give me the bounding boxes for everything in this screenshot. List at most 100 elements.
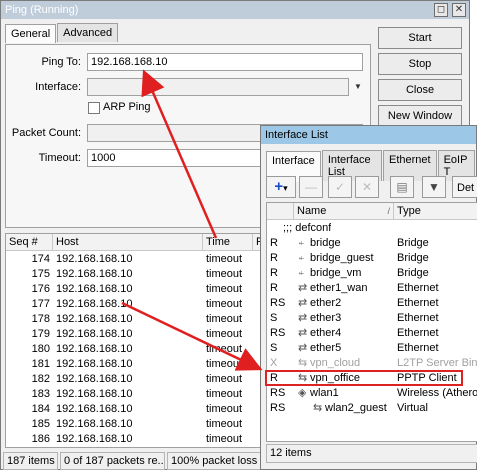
chevron-down-icon[interactable]: ▼: [353, 82, 363, 92]
maximize-button[interactable]: ◻: [434, 3, 448, 17]
type-cell: Ethernet: [397, 327, 439, 339]
comment-row: ;;; defconf: [267, 221, 477, 236]
flag-cell: R: [270, 267, 278, 279]
disable-button[interactable]: ✕: [355, 176, 379, 198]
host-cell: 192.168.168.10: [56, 298, 133, 310]
type-cell: Bridge: [397, 237, 429, 249]
filter-button[interactable]: ▼: [422, 176, 446, 198]
seq-cell: 179: [31, 328, 50, 340]
type-cell: Ethernet: [397, 297, 439, 309]
interface-list-titlebar[interactable]: Interface List: [261, 126, 476, 144]
flag-cell: RS: [270, 402, 286, 414]
interface-row[interactable]: X ⇆ vpn_cloud L2TP Server Bind: [267, 356, 477, 371]
close-window-button[interactable]: ✕: [452, 3, 466, 17]
time-cell: timeout: [206, 283, 243, 295]
flag-cell: R: [270, 252, 278, 264]
interface-row[interactable]: R ⍅ bridge_guest Bridge: [267, 251, 477, 266]
tab-advanced[interactable]: Advanced: [57, 23, 119, 42]
type-cell: Bridge: [397, 252, 429, 264]
flag-cell: R: [270, 237, 278, 249]
interface-label: Interface:: [35, 81, 81, 93]
ethernet-icon: ⇄: [298, 327, 308, 339]
bridge-icon: ⍅: [298, 237, 305, 249]
column-flags[interactable]: [267, 203, 294, 220]
ping-window-title: Ping (Running): [5, 4, 79, 16]
seq-cell: 183: [31, 388, 50, 400]
column-host[interactable]: Host: [53, 234, 203, 251]
status-loss: 100% packet loss: [167, 452, 267, 470]
type-cell: Wireless (Atheros: [397, 387, 477, 399]
interface-row[interactable]: S ⇄ ether3 Ethernet: [267, 311, 477, 326]
interface-row[interactable]: R ⇆ vpn_office PPTP Client: [265, 370, 477, 386]
flag-cell: RS: [270, 387, 286, 399]
name-cell: ether2: [310, 297, 342, 309]
ethernet-icon: ⇄: [298, 312, 308, 324]
column-time[interactable]: Time: [203, 234, 253, 251]
column-name[interactable]: Name /: [294, 203, 394, 220]
close-button[interactable]: Close: [378, 79, 462, 101]
tab-general[interactable]: General: [5, 24, 57, 43]
type-cell: Ethernet: [397, 312, 439, 324]
bridge-icon: ⍅: [298, 267, 305, 279]
flag-cell: R: [270, 282, 278, 294]
new-window-button[interactable]: New Window: [378, 105, 462, 127]
highlight-box: [265, 370, 463, 386]
interface-row[interactable]: R ⇄ ether1_wan Ethernet: [267, 281, 477, 296]
seq-cell: 180: [31, 343, 50, 355]
interface-status-count: 12 items: [266, 444, 477, 463]
interface-row[interactable]: R ⍅ bridge Bridge: [267, 236, 477, 251]
interface-table: Name / Type ;;; defconf R ⍅ bridge Bridge R ⍅…: [265, 202, 477, 442]
tunnel-icon: ⇆: [298, 357, 308, 369]
flag-cell: S: [270, 342, 278, 354]
interface-select[interactable]: [87, 78, 349, 96]
packet-count-label: Packet Count:: [11, 127, 81, 139]
remove-button[interactable]: —: [299, 176, 323, 198]
arp-ping-checkbox[interactable]: [88, 102, 100, 114]
flag-cell: S: [270, 312, 278, 324]
start-button[interactable]: Start: [378, 27, 462, 49]
filter-icon: ▼: [428, 180, 440, 194]
host-cell: 192.168.168.10: [56, 373, 133, 385]
plus-icon: +: [274, 178, 284, 195]
host-cell: 192.168.168.10: [56, 358, 133, 370]
detect-button[interactable]: Det: [452, 176, 477, 198]
interface-row[interactable]: RS ⇄ ether4 Ethernet: [267, 326, 477, 341]
name-cell: bridge_guest: [310, 252, 374, 264]
column-type[interactable]: Type: [394, 203, 477, 220]
timeout-label: Timeout:: [38, 152, 81, 164]
flag-cell: RS: [270, 327, 286, 339]
time-cell: timeout: [206, 418, 243, 430]
host-cell: 192.168.168.10: [56, 433, 133, 445]
type-cell: Ethernet: [397, 342, 439, 354]
column-seq[interactable]: Seq #: [6, 234, 53, 251]
interface-row[interactable]: R ⍅ bridge_vm Bridge: [267, 266, 477, 281]
ping-window-titlebar[interactable]: Ping (Running): [1, 1, 469, 19]
name-cell: vpn_cloud: [310, 357, 361, 369]
ping-to-label: Ping To:: [41, 56, 81, 68]
add-button[interactable]: +▾: [266, 176, 296, 198]
column-name-label: Name: [297, 205, 327, 217]
host-cell: 192.168.168.10: [56, 328, 133, 340]
time-cell: timeout: [206, 313, 243, 325]
enable-button[interactable]: ✓: [328, 176, 352, 198]
time-cell: timeout: [206, 403, 243, 415]
time-cell: timeout: [206, 433, 243, 445]
wireless-icon: ◈: [298, 387, 307, 399]
stop-button[interactable]: Stop: [378, 53, 462, 75]
arp-ping-label: ARP Ping: [103, 101, 151, 113]
host-cell: 192.168.168.10: [56, 418, 133, 430]
interface-row[interactable]: RS ⇄ ether2 Ethernet: [267, 296, 477, 311]
time-cell: timeout: [206, 358, 243, 370]
host-cell: 192.168.168.10: [56, 313, 133, 325]
detect-label: Det: [457, 182, 475, 194]
time-cell: timeout: [206, 268, 243, 280]
comment-icon: ▤: [396, 180, 408, 194]
interface-row[interactable]: RS ⇆ wlan2_guest Virtual: [267, 401, 477, 416]
comment-text: ;;; defconf: [283, 222, 332, 234]
host-cell: 192.168.168.10: [56, 343, 133, 355]
type-cell: Bridge: [397, 267, 429, 279]
interface-row[interactable]: RS ◈ wlan1 Wireless (Atheros: [267, 386, 477, 401]
ping-to-input[interactable]: 192.168.168.10: [87, 53, 363, 71]
comment-button[interactable]: ▤: [390, 176, 414, 198]
interface-row[interactable]: S ⇄ ether5 Ethernet: [267, 341, 477, 356]
